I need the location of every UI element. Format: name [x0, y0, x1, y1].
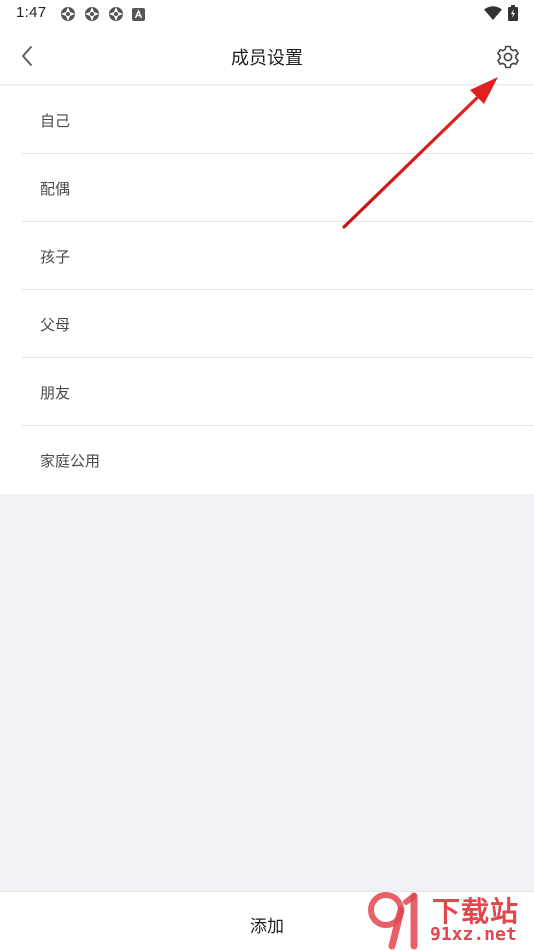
- member-label: 配偶: [40, 180, 71, 198]
- member-item-family-shared[interactable]: 家庭公用: [22, 426, 534, 494]
- settings-button[interactable]: [494, 43, 522, 71]
- member-label: 朋友: [40, 384, 71, 402]
- member-list: 自己 配偶 孩子 父母 朋友 家庭公用: [0, 86, 534, 494]
- status-bar: 1:47: [0, 0, 534, 28]
- aperture-icon: [109, 7, 123, 21]
- status-icons-left: [60, 6, 145, 22]
- screen: 1:47 成员设置 自己 配偶 孩子 父母 朋友 家庭公用 添加 下载站 91x…: [0, 0, 534, 950]
- status-time: 1:47: [16, 4, 47, 21]
- a-box-icon: [132, 7, 145, 21]
- member-label: 孩子: [40, 248, 71, 266]
- member-item-children[interactable]: 孩子: [22, 222, 534, 290]
- watermark-logo: [368, 892, 418, 950]
- status-icons-right: [484, 5, 518, 21]
- member-item-spouse[interactable]: 配偶: [22, 154, 534, 222]
- wifi-icon: [484, 6, 502, 20]
- watermark-url: 91xz.net: [430, 924, 517, 945]
- battery-charging-icon: [508, 5, 518, 21]
- member-item-parents[interactable]: 父母: [22, 290, 534, 358]
- member-label: 家庭公用: [40, 452, 101, 470]
- member-label: 父母: [40, 316, 71, 334]
- member-item-friends[interactable]: 朋友: [22, 358, 534, 426]
- page-title: 成员设置: [231, 48, 303, 69]
- aperture-icon: [61, 7, 75, 21]
- aperture-icon: [85, 7, 99, 21]
- member-label: 自己: [40, 112, 71, 130]
- watermark: 下载站 91xz.net: [360, 888, 534, 950]
- gear-icon: [497, 45, 519, 69]
- member-item-self[interactable]: 自己: [22, 86, 534, 154]
- header: 成员设置: [0, 28, 534, 85]
